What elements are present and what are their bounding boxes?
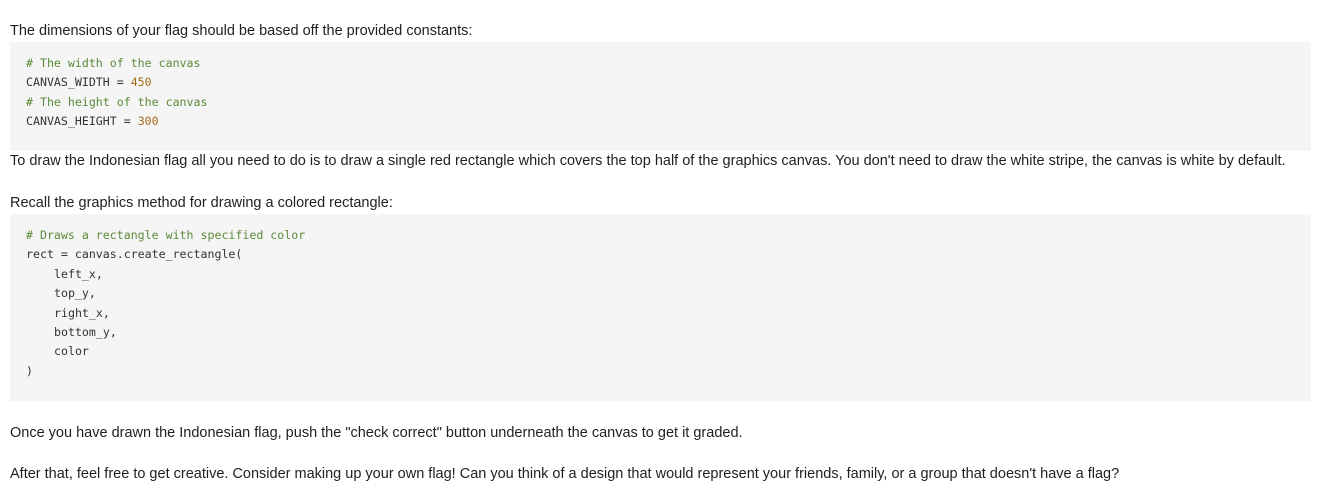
code-comment: # The width of the canvas xyxy=(26,56,201,70)
code-comment: # The height of the canvas xyxy=(26,94,208,109)
code-arg: color xyxy=(54,344,89,359)
code-arg: top_y, xyxy=(54,286,96,301)
push-button-text: Once you have drawn the Indonesian flag,… xyxy=(10,425,743,441)
method-code-block: # Draws a rectangle with specified color… xyxy=(10,214,1311,401)
code-number: 300 xyxy=(137,114,159,129)
code-arg: left_x, xyxy=(54,266,103,281)
after-that-text: After that, feel free to get creative. C… xyxy=(10,466,1120,482)
constants-code-block: # The width of the canvas CANVAS_WIDTH =… xyxy=(10,42,1311,151)
code-line: CANVAS_WIDTH = 450 xyxy=(26,73,1311,92)
code-number: 450 xyxy=(130,75,152,90)
code-text: rect = canvas.create_rectangle( xyxy=(26,247,243,262)
code-arg: bottom_y, xyxy=(54,324,117,339)
code-comment: # Draws a rectangle with specified color xyxy=(26,228,306,242)
intro-text: The dimensions of your flag should be ba… xyxy=(10,23,473,39)
instructions-text: To draw the Indonesian flag all you need… xyxy=(10,153,1286,169)
code-text: ) xyxy=(26,363,33,378)
code-line: CANVAS_HEIGHT = 300 xyxy=(26,112,1311,131)
code-text: CANVAS_WIDTH = xyxy=(26,75,131,90)
recall-text: Recall the graphics method for drawing a… xyxy=(10,195,393,211)
code-text: CANVAS_HEIGHT = xyxy=(26,114,138,129)
code-arg: right_x, xyxy=(54,305,110,320)
